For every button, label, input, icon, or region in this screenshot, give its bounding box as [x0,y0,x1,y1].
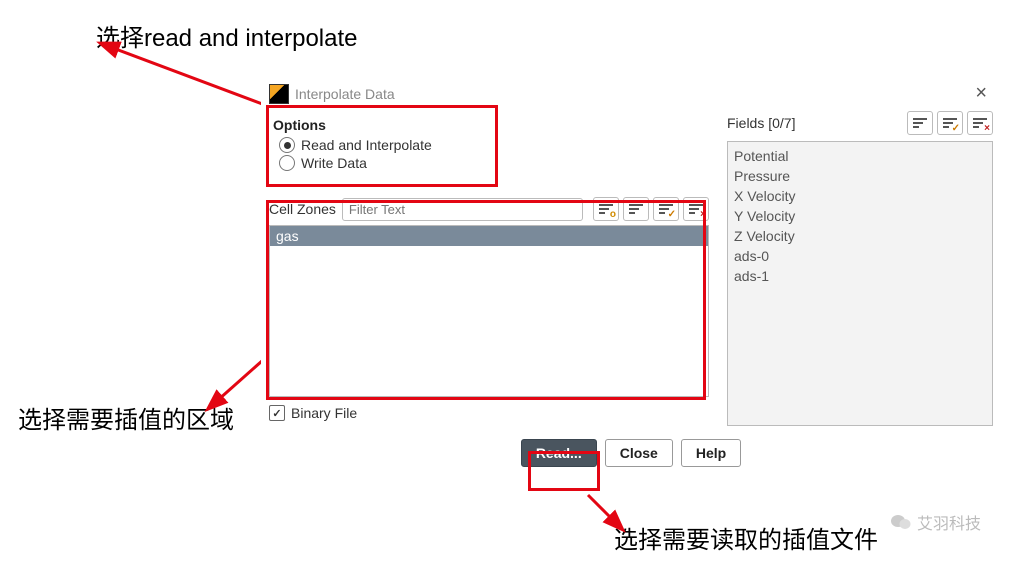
watermark: 艾羽科技 [891,510,981,534]
close-icon[interactable]: × [969,82,993,105]
list-item[interactable]: Z Velocity [734,226,986,246]
interpolate-dialog: Interpolate Data × Options Read and Inte… [261,80,1001,477]
app-icon [269,84,289,104]
fields-select-checked-button[interactable]: ✓ [937,111,963,135]
select-all-button[interactable] [623,197,649,221]
read-button[interactable]: Read... [521,439,597,467]
list-item[interactable]: ads-0 [734,246,986,266]
close-button[interactable]: Close [605,439,673,467]
list-item[interactable]: ads-1 [734,266,986,286]
list-item[interactable]: Y Velocity [734,206,986,226]
checkbox-label: Binary File [291,405,357,421]
radio-label: Read and Interpolate [301,137,432,153]
titlebar: Interpolate Data × [261,80,1001,111]
radio-label: Write Data [301,155,367,171]
radio-icon [279,155,295,171]
cellzones-label: Cell Zones [269,201,336,217]
arrow-top [105,40,275,110]
fields-select-all-button[interactable] [907,111,933,135]
list-item[interactable]: gas [270,226,708,246]
watermark-text: 艾羽科技 [917,510,981,534]
options-heading: Options [273,117,503,133]
help-button[interactable]: Help [681,439,741,467]
radio-read-interpolate[interactable]: Read and Interpolate [279,137,503,153]
sort-button[interactable]: о [593,197,619,221]
wechat-icon [891,513,911,531]
fields-deselect-button[interactable]: × [967,111,993,135]
radio-write-data[interactable]: Write Data [279,155,503,171]
select-checked-button[interactable]: ✓ [653,197,679,221]
annotation-bottom: 选择需要读取的插值文件 [614,520,878,555]
deselect-button[interactable]: × [683,197,709,221]
arrow-bottom [583,490,623,530]
dialog-title: Interpolate Data [295,86,395,102]
cellzones-list[interactable]: gas [269,225,709,397]
list-item[interactable]: Pressure [734,166,986,186]
fields-label: Fields [0/7] [727,115,795,131]
checkbox-icon: ✓ [269,405,285,421]
list-item[interactable]: X Velocity [734,186,986,206]
binary-file-checkbox[interactable]: ✓ Binary File [269,405,709,421]
list-item[interactable]: Potential [734,146,986,166]
annotation-left: 选择需要插值的区域 [18,400,234,435]
options-group: Options Read and Interpolate Write Data [269,111,511,181]
button-bar: Read... Close Help [261,426,1001,477]
fields-list[interactable]: Potential Pressure X Velocity Y Velocity… [727,141,993,426]
radio-icon [279,137,295,153]
cellzones-filter-input[interactable] [342,198,583,221]
